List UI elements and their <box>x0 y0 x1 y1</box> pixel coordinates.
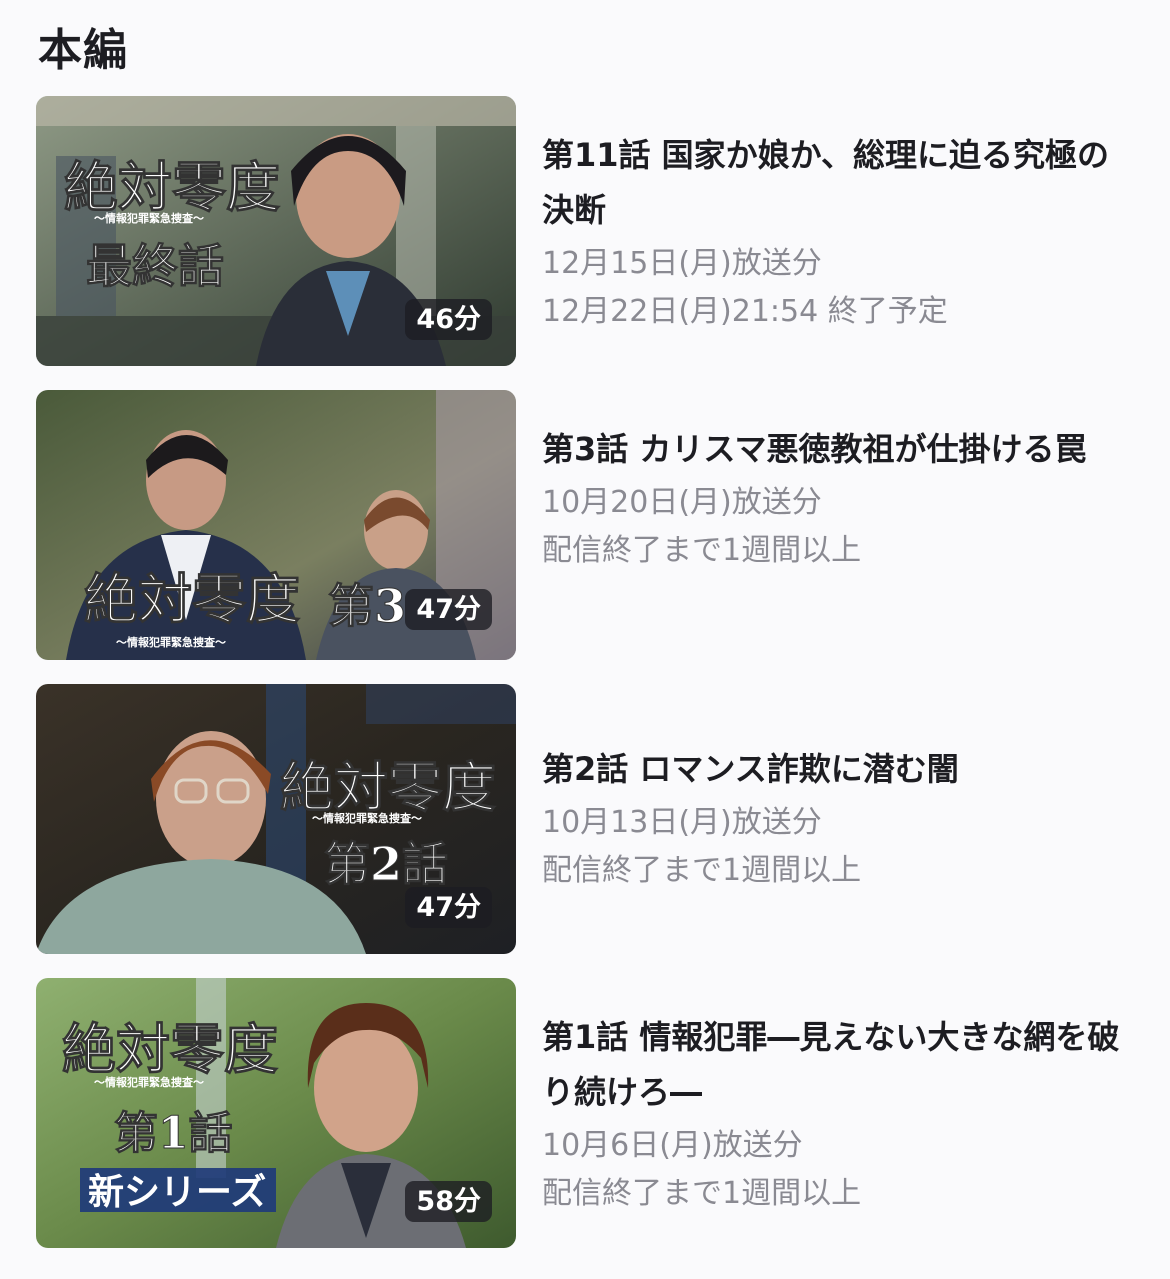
duration-badge: 58分 <box>405 1180 492 1222</box>
episode-info: 第1話 情報犯罪―見えない大きな網を破り続けろ― 10月6日(月)放送分 配信終… <box>542 1010 1132 1218</box>
episode-item[interactable]: 絶対零度 〜情報犯罪緊急捜査〜 第3 47分 第3話 カリスマ悪徳教祖が仕掛ける… <box>36 390 1136 660</box>
episode-thumbnail[interactable]: 絶対零度 〜情報犯罪緊急捜査〜 第1話 新シリーズ 58分 <box>36 978 516 1248</box>
episode-thumbnail[interactable]: 絶対零度 〜情報犯罪緊急捜査〜 最終話 46分 <box>36 96 516 366</box>
broadcast-date: 10月6日(月)放送分 <box>542 1128 803 1163</box>
duration-badge: 46分 <box>405 298 492 340</box>
duration-badge: 47分 <box>405 886 492 928</box>
thumb-episode-label: 最終話 <box>86 239 224 293</box>
availability-text: 12月22日(月)21:54 終了予定 <box>542 294 948 329</box>
episode-item[interactable]: 絶対零度 〜情報犯罪緊急捜査〜 第2話 47分 第2話 ロマンス詐欺に潜む闇 1… <box>36 684 1136 954</box>
thumb-series-subtitle: 〜情報犯罪緊急捜査〜 <box>94 1075 204 1089</box>
episode-item[interactable]: 絶対零度 〜情報犯罪緊急捜査〜 最終話 46分 第11話 国家か娘か、総理に迫る… <box>36 96 1136 366</box>
episode-item[interactable]: 絶対零度 〜情報犯罪緊急捜査〜 第1話 新シリーズ 58分 第1話 情報犯罪―見… <box>36 978 1136 1248</box>
thumb-series-subtitle: 〜情報犯罪緊急捜査〜 <box>116 635 226 649</box>
duration-badge: 47分 <box>405 588 492 630</box>
thumb-series-subtitle: 〜情報犯罪緊急捜査〜 <box>312 811 422 825</box>
thumb-episode-label: 第2話 <box>324 837 448 891</box>
episode-info: 第3話 カリスマ悪徳教祖が仕掛ける罠 10月20日(月)放送分 配信終了まで1週… <box>542 422 1132 575</box>
section-title: 本編 <box>38 25 128 76</box>
thumb-new-series-label: 新シリーズ <box>88 1171 266 1213</box>
availability-text: 配信終了まで1週間以上 <box>542 853 862 888</box>
availability-text: 配信終了まで1週間以上 <box>542 1176 862 1211</box>
episode-title[interactable]: 第1話 情報犯罪―見えない大きな網を破り続けろ― <box>542 1010 1132 1120</box>
broadcast-date: 10月13日(月)放送分 <box>542 805 822 840</box>
thumb-episode-label: 第1話 <box>114 1108 233 1159</box>
thumb-series-title: 絶対零度 <box>64 155 280 219</box>
thumb-episode-label: 第3 <box>328 579 406 633</box>
broadcast-date: 12月15日(月)放送分 <box>542 246 822 281</box>
episode-thumbnail[interactable]: 絶対零度 〜情報犯罪緊急捜査〜 第2話 47分 <box>36 684 516 954</box>
episode-thumbnail[interactable]: 絶対零度 〜情報犯罪緊急捜査〜 第3 47分 <box>36 390 516 660</box>
availability-text: 配信終了まで1週間以上 <box>542 533 862 568</box>
episode-title[interactable]: 第2話 ロマンス詐欺に潜む闇 <box>542 742 1132 797</box>
episode-info: 第11話 国家か娘か、総理に迫る究極の決断 12月15日(月)放送分 12月22… <box>542 128 1132 336</box>
thumb-series-title: 絶対零度 <box>84 567 300 631</box>
thumb-series-title: 絶対零度 <box>280 755 496 819</box>
episode-info: 第2話 ロマンス詐欺に潜む闇 10月13日(月)放送分 配信終了まで1週間以上 <box>542 742 1132 895</box>
episode-title[interactable]: 第3話 カリスマ悪徳教祖が仕掛ける罠 <box>542 422 1132 477</box>
episode-title[interactable]: 第11話 国家か娘か、総理に迫る究極の決断 <box>542 128 1132 238</box>
thumb-series-subtitle: 〜情報犯罪緊急捜査〜 <box>94 211 204 225</box>
broadcast-date: 10月20日(月)放送分 <box>542 485 822 520</box>
thumb-series-title: 絶対零度 <box>62 1017 278 1081</box>
